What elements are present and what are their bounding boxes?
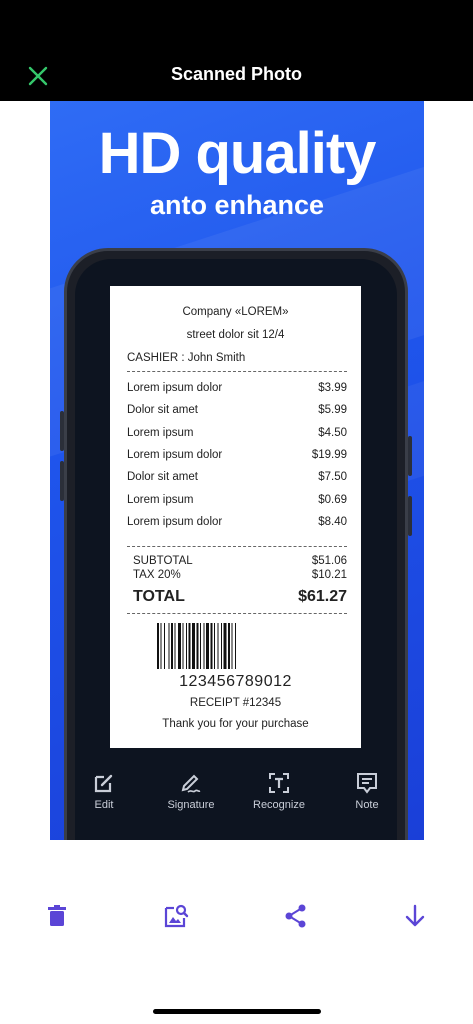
tax-label: TAX 20% (133, 569, 181, 581)
note-label: Note (355, 799, 379, 811)
signature-label: Signature (167, 799, 215, 811)
item-name: Lorem ipsum dolor (127, 449, 223, 461)
cashier-label: CASHIER : John Smith (127, 352, 246, 364)
note-icon (357, 773, 377, 794)
item-name: Dolor sit amet (127, 471, 198, 483)
scanned-photo[interactable]: HD quality anto enhance Company «LOREM» … (50, 101, 424, 840)
divider (127, 613, 347, 614)
barcode-stripe (228, 623, 230, 669)
barcode-stripe (196, 623, 199, 669)
page-title: Scanned Photo (170, 64, 302, 84)
image-search-button[interactable] (160, 900, 192, 932)
item-price: $0.69 (318, 494, 347, 506)
share-icon (285, 904, 306, 928)
item-name: Lorem ipsum (127, 494, 194, 506)
phone-side-button (408, 496, 412, 536)
note-tool[interactable]: Note (327, 771, 407, 811)
signature-tool[interactable]: Signature (151, 771, 231, 811)
barcode-stripe (157, 623, 159, 669)
tax-row: TAX 20% $10.21 (133, 569, 347, 581)
barcode-stripe (168, 623, 170, 669)
subtotal-row: SUBTOTAL $51.06 (133, 555, 347, 567)
receipt-item: Lorem ipsum dolor $3.99 (127, 382, 347, 394)
barcode-stripe (223, 623, 227, 669)
recognize-label: Recognize (253, 799, 305, 811)
item-price: $7.50 (318, 471, 347, 483)
bottom-action-bar (0, 900, 473, 932)
barcode-image (157, 623, 236, 669)
item-name: Lorem ipsum (127, 427, 194, 439)
phone-side-button (408, 436, 412, 476)
barcode-stripe (182, 623, 184, 669)
divider (127, 546, 347, 547)
share-button[interactable] (280, 900, 312, 932)
receipt-item: Dolor sit amet $7.50 (127, 471, 347, 483)
barcode-stripe (188, 623, 191, 669)
barcode-stripe (214, 623, 215, 669)
barcode-stripe (200, 623, 201, 669)
arrow-down-icon (405, 904, 425, 927)
item-name: Lorem ipsum dolor (127, 516, 223, 528)
edit-icon (94, 774, 113, 793)
receipt-item: Lorem ipsum dolor $8.40 (127, 516, 347, 528)
subtotal-label: SUBTOTAL (133, 555, 193, 567)
receipt-item: Lorem ipsum dolor $19.99 (127, 449, 347, 461)
item-price: $19.99 (311, 449, 347, 461)
delete-button[interactable] (41, 900, 73, 932)
barcode-stripe (174, 623, 176, 669)
total-label: TOTAL (133, 588, 185, 605)
total-row: TOTAL $61.27 (133, 588, 347, 606)
item-price: $3.99 (318, 382, 347, 394)
divider (127, 371, 347, 372)
edit-tool[interactable]: Edit (64, 771, 144, 811)
receipt-item: Dolor sit amet $5.99 (127, 404, 347, 416)
trash-icon (48, 905, 66, 926)
item-name: Lorem ipsum dolor (127, 382, 223, 394)
receipt-company: Company «LOREM» (182, 306, 289, 318)
item-price: $5.99 (318, 404, 347, 416)
home-indicator (153, 1009, 321, 1014)
barcode-number: 123456789012 (179, 673, 292, 690)
barcode-stripe (178, 623, 181, 669)
barcode-stripe (160, 623, 162, 669)
barcode-stripe (235, 623, 236, 669)
item-name: Dolor sit amet (127, 404, 198, 416)
item-price: $4.50 (318, 427, 347, 439)
barcode-stripe (171, 623, 173, 669)
top-bar: Scanned Photo (0, 0, 473, 101)
promo-subline: anto enhance (149, 190, 325, 220)
phone-side-button (60, 461, 64, 501)
receipt-number: RECEIPT #12345 (189, 697, 282, 709)
barcode-stripe (164, 623, 165, 669)
item-price: $8.40 (318, 516, 347, 528)
download-button[interactable] (399, 900, 431, 932)
phone-side-button (60, 411, 64, 451)
barcode-stripe (217, 623, 219, 669)
barcode-stripe (221, 623, 222, 669)
tax-value: $10.21 (311, 569, 347, 581)
subtotal-value: $51.06 (311, 555, 347, 567)
image-search-icon (164, 904, 189, 928)
barcode-stripe (231, 623, 233, 669)
receipt-address: street dolor sit 12/4 (186, 329, 285, 341)
recognize-tool[interactable]: Recognize (239, 771, 319, 811)
receipt-thanks: Thank you for your purchase (162, 718, 309, 730)
receipt-item: Lorem ipsum $0.69 (127, 494, 347, 506)
barcode-stripe (203, 623, 205, 669)
receipt: Company «LOREM» street dolor sit 12/4 CA… (110, 286, 361, 748)
barcode-stripe (186, 623, 187, 669)
receipt-cashier: CASHIER : John Smith (127, 352, 347, 364)
signature-icon (181, 774, 201, 793)
barcode-stripe (192, 623, 195, 669)
recognize-icon (269, 773, 289, 793)
barcode-stripe (206, 623, 209, 669)
receipt-item: Lorem ipsum $4.50 (127, 427, 347, 439)
total-value: $61.27 (298, 588, 347, 605)
barcode-stripe (210, 623, 213, 669)
edit-label: Edit (94, 799, 114, 811)
photo-toolbar: Edit Signature Recognize Note (50, 771, 424, 831)
promo-headline: HD quality (98, 121, 377, 186)
